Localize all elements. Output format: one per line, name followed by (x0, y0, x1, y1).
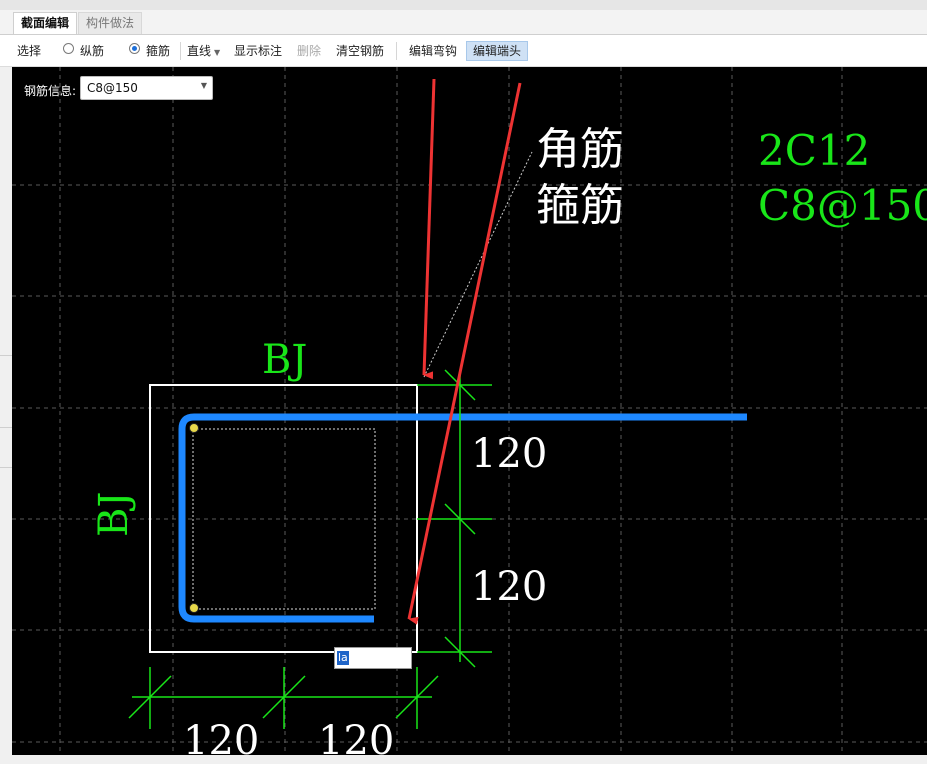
left-panel-edge (0, 67, 12, 755)
toolbar-separator (396, 42, 397, 60)
corner-rebar-point (189, 423, 199, 433)
stirrup-radio[interactable] (129, 43, 140, 54)
top-edge-label: BJ (262, 337, 308, 383)
left-edge-label: BJ (91, 491, 137, 537)
edit-hook-button[interactable]: 编辑弯钩 (409, 43, 457, 59)
delete-button[interactable]: 删除 (297, 43, 321, 59)
dimension-right-upper: 120 (471, 431, 548, 477)
tab-section-edit[interactable]: 截面编辑 (13, 12, 78, 34)
rebar-info-label: 钢筋信息: (24, 84, 77, 98)
stirrup-label: 箍筋 (536, 180, 624, 231)
corner-rebar-label: 角筋 (536, 124, 624, 175)
stirrup-value: C8@150 (758, 181, 927, 230)
corner-rebar-value: 2C12 (758, 126, 871, 175)
end-length-value: la (337, 651, 349, 665)
select-button[interactable]: 选择 (17, 43, 41, 59)
long-rebar-label[interactable]: 纵筋 (80, 43, 104, 59)
line-type-label: 直线 (187, 44, 212, 58)
toolbar-separator (180, 42, 181, 60)
tab-component-method[interactable]: 构件做法 (78, 12, 143, 34)
edit-end-button[interactable]: 编辑端头 (466, 41, 529, 61)
rebar-info-select[interactable]: C8@150 ▼ (80, 76, 213, 100)
chevron-down-icon: ▼ (200, 81, 207, 90)
rebar-info-value: C8@150 (87, 81, 138, 95)
dimension-bottom-left: 120 (183, 718, 260, 764)
panel-divider (0, 467, 12, 468)
panel-divider (0, 427, 12, 428)
corner-rebar-point (189, 603, 199, 613)
red-arrow-corner (422, 78, 436, 380)
stirrup-line (178, 413, 747, 623)
show-dimensions-button[interactable]: 显示标注 (234, 43, 282, 59)
end-length-input[interactable]: la (334, 647, 412, 669)
drawing-canvas[interactable]: 钢筋信息: C8@150 ▼ 角筋 2C12 箍筋 C8@150 BJ BJ 1… (12, 67, 927, 761)
leader-line (423, 151, 533, 378)
stirrup-label[interactable]: 箍筋 (146, 43, 170, 59)
chevron-down-icon: ▼ (214, 48, 221, 57)
tab-bar: 截面编辑 构件做法 (0, 10, 927, 35)
line-type-dropdown[interactable]: 直线 ▼ (187, 43, 220, 59)
long-rebar-radio[interactable] (63, 43, 74, 54)
toolbar: 选择 纵筋 箍筋 直线 ▼ 显示标注 删除 清空钢筋 编辑弯钩 编辑端头 (0, 35, 927, 67)
dimension-right-lower: 120 (471, 564, 548, 610)
panel-divider (0, 355, 12, 356)
dimension-bottom-right: 120 (318, 718, 395, 764)
clear-rebar-button[interactable]: 清空钢筋 (336, 43, 384, 59)
